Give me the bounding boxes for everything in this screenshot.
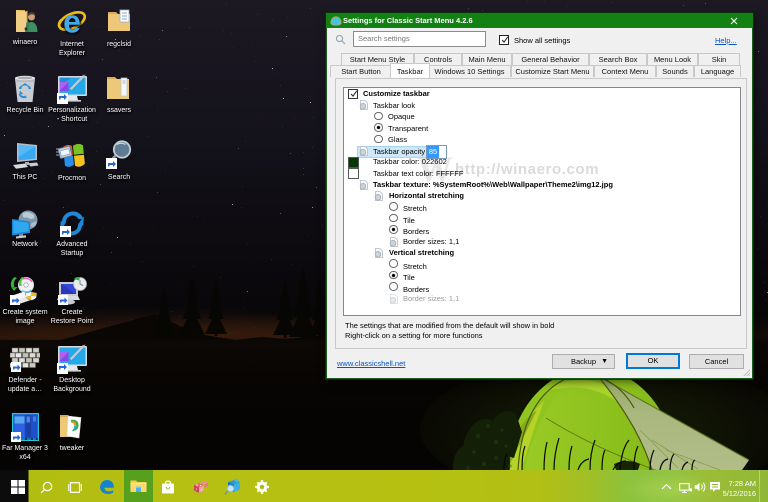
svg-text:e: e: [63, 6, 81, 35]
